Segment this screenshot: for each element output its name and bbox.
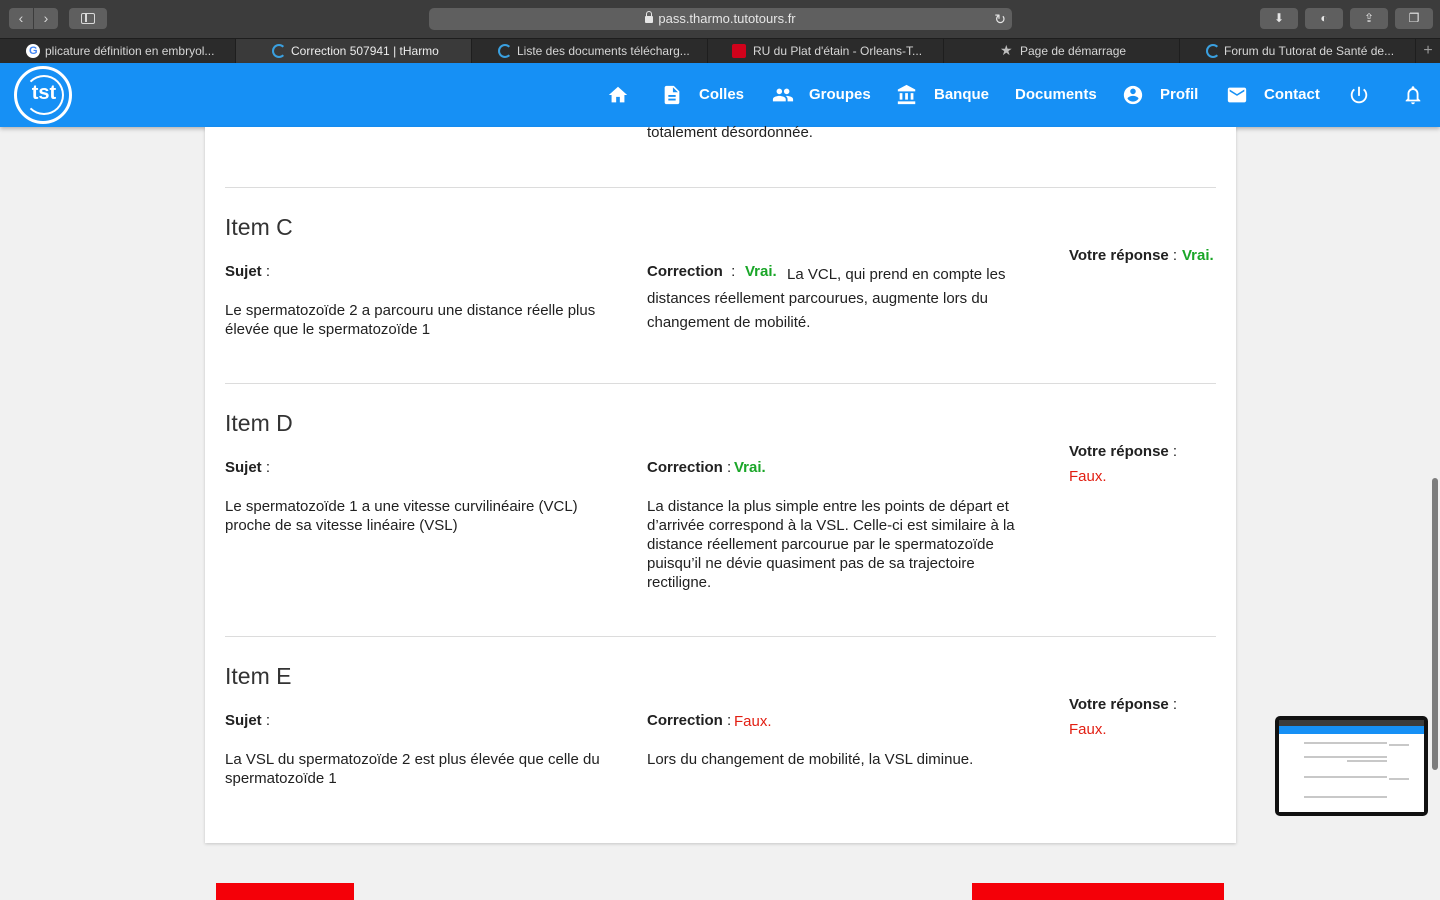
nav-contact[interactable]: Contact	[1226, 63, 1320, 127]
nav-profil[interactable]: Profil	[1122, 63, 1198, 127]
tutorat-favicon-icon	[272, 44, 286, 58]
sujet-text: Le spermatozoïde 2 a parcouru une distan…	[225, 302, 596, 338]
nav-colles-label: Colles	[699, 86, 745, 103]
item-divider	[225, 383, 1216, 384]
nav-documents-label: Documents	[1015, 86, 1097, 103]
back-button[interactable]: ‹	[9, 8, 33, 29]
account-circle-icon	[1123, 85, 1143, 105]
privacy-button[interactable]: ◐	[1305, 8, 1343, 29]
url-text: pass.tharmo.tutotours.fr	[658, 11, 796, 26]
item-title: Item C	[225, 214, 293, 240]
scrollbar-thumb[interactable]	[1432, 478, 1438, 770]
correction-label: Correction :	[647, 459, 736, 476]
address-bar[interactable]: pass.tharmo.tutotours.fr ↻	[429, 8, 1012, 30]
previous-button[interactable]	[216, 883, 354, 900]
correction-text: Lors du changement de mobilité, la VSL d…	[647, 751, 974, 768]
nav-contact-label: Contact	[1264, 86, 1320, 103]
tab-bar: plicature définition en embryol... Corre…	[0, 38, 1440, 63]
browser-tab[interactable]: Liste des documents télécharg...	[472, 39, 708, 63]
tutorat-favicon-icon	[1206, 44, 1220, 58]
nav-profil-label: Profil	[1160, 86, 1199, 103]
tabs-icon: ❐	[1408, 11, 1420, 25]
correction-value: Faux.	[734, 713, 772, 730]
sidebar-toggle-button[interactable]	[69, 8, 107, 29]
notifications-button[interactable]	[1402, 63, 1424, 127]
share-icon: ⇪	[1363, 11, 1375, 25]
nav-banque[interactable]: Banque	[896, 63, 989, 127]
sujet-text: La VSL du spermatozoïde 2 est plus élevé…	[225, 751, 600, 787]
app-header: tst Colles Groupes Banque Documents Prof…	[0, 63, 1440, 127]
tab-label: Correction 507941 | tHarmo	[291, 44, 439, 58]
votre-reponse-value: Faux.	[1069, 468, 1107, 485]
plus-icon: +	[1423, 42, 1433, 59]
browser-tab-active[interactable]: Correction 507941 | tHarmo	[236, 39, 472, 63]
lock-icon	[645, 11, 654, 23]
ru-favicon-icon	[732, 44, 746, 58]
sujet-label: Sujet :	[225, 712, 271, 729]
tab-label: plicature définition en embryol...	[45, 44, 215, 58]
mail-icon	[1227, 87, 1247, 103]
votre-reponse-value: Faux.	[1069, 721, 1107, 738]
download-icon: ⬇	[1273, 11, 1285, 25]
correction-value: Vrai.	[734, 459, 766, 476]
nav-home[interactable]	[607, 63, 629, 127]
item-divider	[225, 636, 1216, 637]
reload-icon[interactable]: ↻	[994, 8, 1006, 30]
nav-banque-label: Banque	[934, 86, 990, 103]
nav-colles[interactable]: Colles	[661, 63, 744, 127]
star-icon: ★	[1000, 42, 1013, 58]
votre-reponse-label: Votre réponse :	[1069, 696, 1178, 713]
nav-documents[interactable]: Documents	[1015, 63, 1097, 127]
document-icon	[664, 85, 680, 105]
browser-tab[interactable]: Forum du Tutorat de Santé de...	[1180, 39, 1416, 63]
bell-icon	[1405, 86, 1421, 105]
votre-reponse-value: Vrai.	[1182, 247, 1214, 264]
browser-tab[interactable]: plicature définition en embryol...	[0, 39, 236, 63]
next-button[interactable]	[972, 883, 1224, 900]
item-divider	[225, 187, 1216, 188]
item-title: Item E	[225, 663, 292, 689]
share-button[interactable]: ⇪	[1350, 8, 1388, 29]
correction-label: Correction :	[647, 712, 736, 729]
downloads-button[interactable]: ⬇	[1260, 8, 1298, 29]
browser-tab[interactable]: ★ Page de démarrage	[944, 39, 1180, 63]
browser-toolbar: ‹ › pass.tharmo.tutotours.fr ↻ ⬇ ◐ ⇪ ❐	[0, 0, 1440, 38]
tab-label: RU du Plat d'étain - Orleans-T...	[753, 44, 923, 58]
votre-reponse-label: Votre réponse :	[1069, 247, 1178, 264]
tutorat-favicon-icon	[498, 44, 512, 58]
browser-tab[interactable]: RU du Plat d'étain - Orleans-T...	[708, 39, 944, 63]
correction-text: La distance la plus simple entre les poi…	[647, 498, 1015, 591]
nav-groupes-label: Groupes	[809, 86, 871, 103]
nav-groupes[interactable]: Groupes	[771, 63, 871, 127]
previous-item-text: totalement désordonnée.	[647, 124, 813, 141]
group-icon	[772, 88, 794, 102]
bank-icon	[897, 84, 916, 105]
sujet-label: Sujet :	[225, 263, 271, 280]
sujet-label: Sujet :	[225, 459, 271, 476]
forward-button[interactable]: ›	[34, 8, 58, 29]
google-favicon-icon	[26, 39, 40, 63]
sidebar-icon	[81, 13, 95, 24]
tab-label: Page de démarrage	[1020, 44, 1127, 58]
tab-label: Forum du Tutorat de Santé de...	[1224, 44, 1395, 58]
home-icon	[608, 86, 628, 103]
tab-overview-button[interactable]: ❐	[1395, 8, 1433, 29]
votre-reponse-label: Votre réponse :	[1069, 443, 1178, 460]
site-logo[interactable]: tst	[14, 66, 72, 124]
sujet-text: Le spermatozoïde 1 a une vitesse curvili…	[225, 498, 578, 534]
item-title: Item D	[225, 410, 293, 436]
screenshot-thumbnail[interactable]	[1275, 716, 1428, 816]
correction-text: La VCL, qui prend en compte les distance…	[647, 266, 1006, 331]
logout-button[interactable]	[1348, 63, 1370, 127]
new-tab-button[interactable]: +	[1416, 39, 1440, 63]
power-icon	[1350, 86, 1368, 104]
tab-label: Liste des documents télécharg...	[517, 44, 690, 58]
shield-icon: ◐	[1320, 11, 1328, 25]
